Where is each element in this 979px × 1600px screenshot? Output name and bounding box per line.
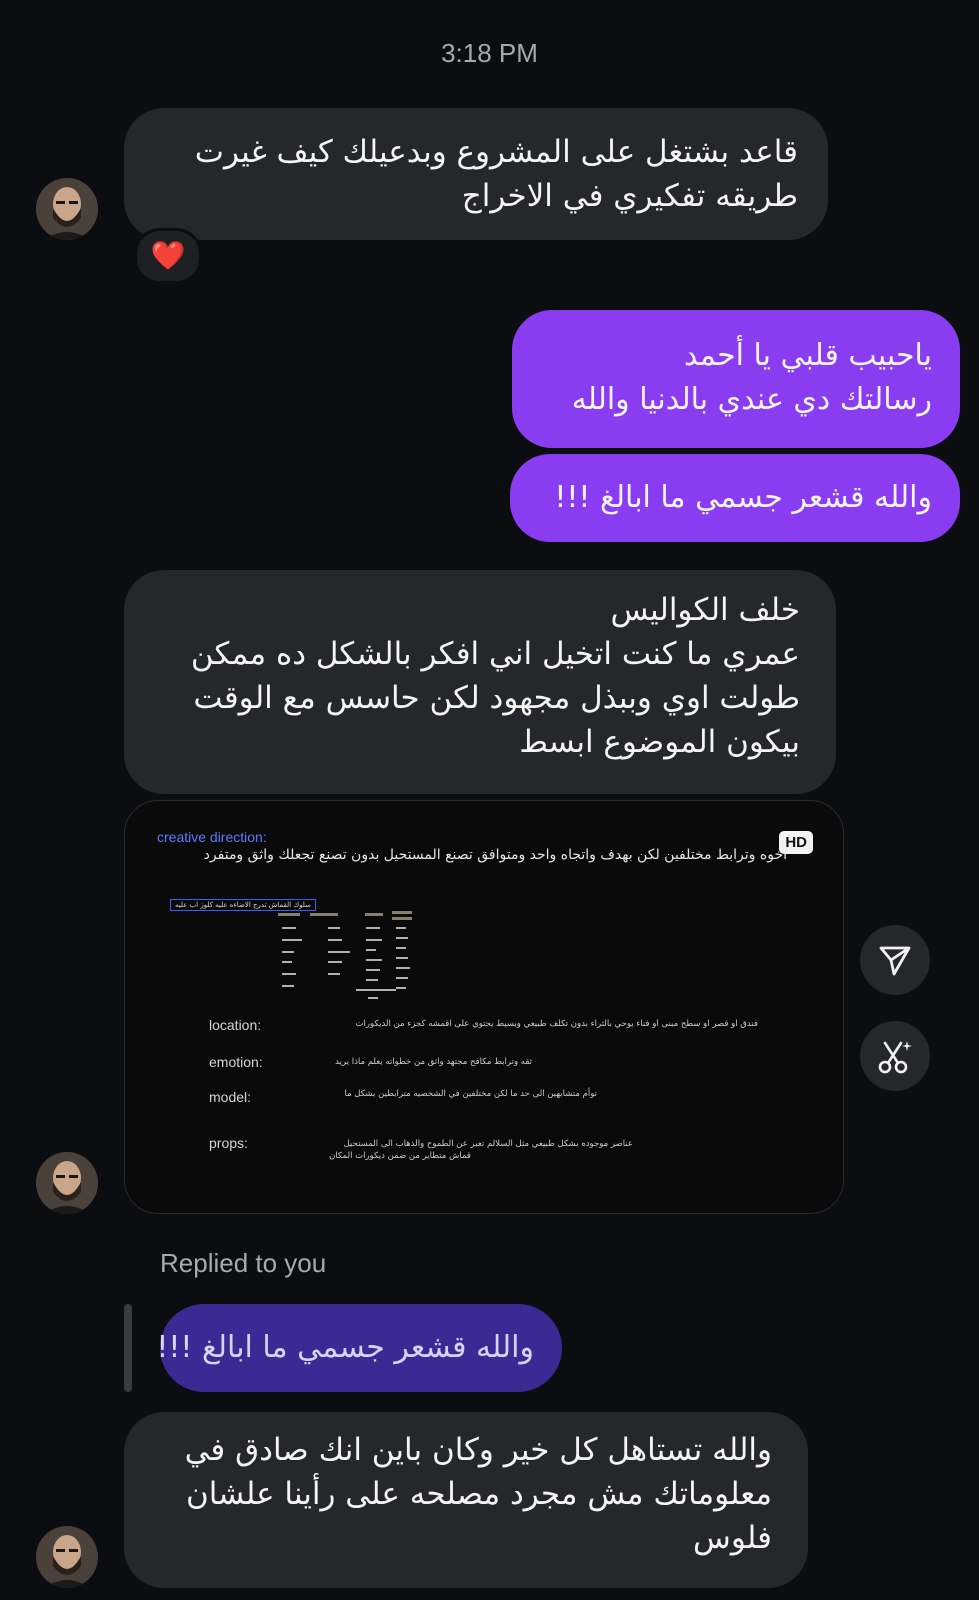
incoming-message[interactable]: قاعد بشتغل على المشروع وبدعيلك كيف غيرت … bbox=[124, 108, 828, 240]
message-line: بيكون الموضوع ابسط bbox=[519, 724, 800, 760]
message-line: ياحبيب قلبي يا أحمد bbox=[684, 338, 932, 373]
slide-row-text: عناصر موجوده بشكل طبيعي مثل السلالم تعبر… bbox=[343, 1139, 633, 1149]
avatar[interactable] bbox=[36, 178, 98, 240]
slide-row-label: emotion: bbox=[209, 1054, 263, 1070]
reply-label: Replied to you bbox=[160, 1248, 327, 1278]
image-attachment[interactable]: HD creative direction: اخوه وترابط مختلف… bbox=[124, 800, 844, 1214]
slide-row-label: model: bbox=[209, 1089, 252, 1105]
mood-chart-thumbnail: سلوك القماش تدرج الاضاءه عليه كلوز اب عل… bbox=[170, 899, 420, 1019]
message-line: والله قشعر جسمي ما ابالغ !!! bbox=[554, 480, 932, 515]
message-line: والله قشعر جسمي ما ابالغ !!! bbox=[156, 1330, 534, 1365]
message-line: خلف الكواليس bbox=[610, 592, 801, 628]
magic-scissors-icon bbox=[878, 1041, 912, 1074]
message-line: قاعد بشتغل على المشروع وبدعيلك كيف غيرت bbox=[194, 134, 798, 170]
message-line: فلوس bbox=[693, 1520, 772, 1556]
message-line: طولت اوي وببذل مجهود لكن حاسس مع الوقت bbox=[193, 680, 800, 716]
outgoing-message[interactable]: ياحبيب قلبي يا أحمد رسالتك دي عندي بالدن… bbox=[512, 310, 960, 448]
reply-indicator bbox=[124, 1304, 132, 1392]
message-line: والله تستاهل كل خير وكان باين انك صادق ف… bbox=[184, 1432, 772, 1468]
message-line: عمري ما كنت اتخيل اني افكر بالشكل ده ممك… bbox=[190, 636, 800, 672]
share-button[interactable] bbox=[860, 925, 930, 995]
quoted-message[interactable]: والله قشعر جسمي ما ابالغ !!! bbox=[156, 1304, 562, 1392]
slide-row-text: فندق او قصر او سطح مبنى او فناء يوحي بال… bbox=[355, 1019, 758, 1029]
outgoing-message[interactable]: والله قشعر جسمي ما ابالغ !!! bbox=[510, 454, 960, 542]
slide-row-text: ثقه وترابط مكافح مجتهد واثق من خطواته يع… bbox=[335, 1057, 532, 1067]
message-line: معلوماتك مش مجرد مصلحه على رأينا علشان bbox=[185, 1476, 772, 1512]
message-line: طريقه تفكيري في الاخراج bbox=[461, 178, 798, 214]
message-timestamp: 3:18 PM bbox=[441, 38, 538, 68]
incoming-message[interactable]: خلف الكواليس عمري ما كنت اتخيل اني افكر … bbox=[124, 570, 836, 794]
slide-row-text: توأم متشابهين الى حد ما لكن مختلفين في ا… bbox=[344, 1089, 597, 1099]
message-line: رسالتك دي عندي بالدنيا والله bbox=[571, 382, 932, 417]
slide-row-label: location: bbox=[209, 1017, 262, 1033]
edit-image-button[interactable] bbox=[860, 1021, 930, 1091]
send-icon bbox=[879, 946, 911, 976]
avatar[interactable] bbox=[36, 1152, 98, 1214]
heart-icon: ❤️ bbox=[150, 239, 186, 272]
avatar[interactable] bbox=[36, 1526, 98, 1588]
incoming-message[interactable]: والله تستاهل كل خير وكان باين انك صادق ف… bbox=[124, 1412, 808, 1588]
slide-row-text: قماش متطاير من ضمن ديكورات المكان bbox=[329, 1151, 471, 1161]
slide-heading: creative direction: bbox=[157, 829, 267, 845]
slide-row-label: props: bbox=[209, 1135, 248, 1151]
slide-subheading: اخوه وترابط مختلفين لكن بهدف واتجاه واحد… bbox=[203, 847, 787, 863]
reaction-badge[interactable]: ❤️ bbox=[134, 228, 202, 284]
